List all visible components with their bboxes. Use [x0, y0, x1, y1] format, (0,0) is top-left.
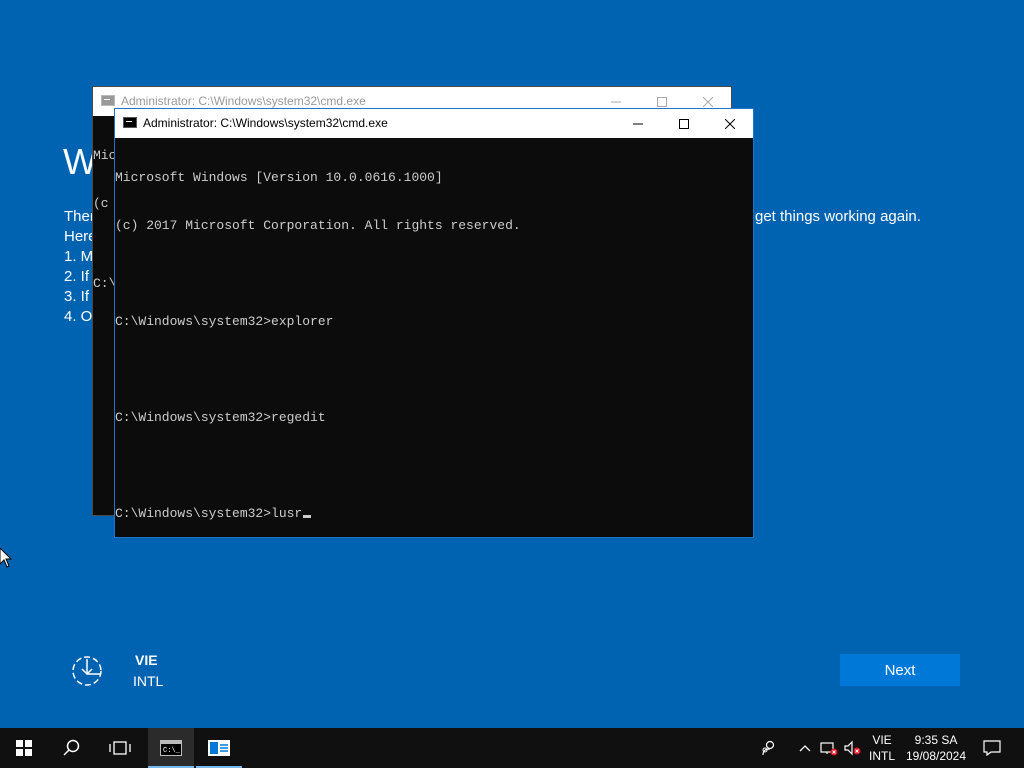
keyboard-layout-indicator[interactable]: INTL — [133, 673, 163, 689]
notification-icon — [983, 740, 1001, 756]
tray-lang-top: VIE — [872, 733, 892, 747]
task-view-icon — [109, 741, 131, 755]
search-icon — [63, 739, 80, 756]
people-button[interactable] — [756, 728, 782, 768]
minimize-icon — [633, 123, 643, 124]
taskbar-app-button[interactable] — [196, 728, 242, 768]
taskbar-cmd-button[interactable]: C:\_ — [148, 728, 194, 768]
tray-lang-bottom: INTL — [868, 749, 895, 763]
minimize-button[interactable] — [615, 109, 661, 138]
minimize-icon — [611, 101, 621, 102]
title-bar[interactable]: Administrator: C:\Windows\system32\cmd.e… — [115, 109, 753, 138]
close-icon — [703, 96, 713, 107]
console-line: Microsoft Windows [Version 10.0.0616.100… — [115, 170, 443, 185]
language-indicator[interactable]: VIE — [135, 652, 158, 668]
window-title: Administrator: C:\Windows\system32\cmd.e… — [143, 116, 388, 130]
close-button[interactable] — [707, 109, 753, 138]
console-line: (c) 2017 Microsoft Corporation. All righ… — [115, 218, 521, 233]
console-input-line[interactable]: C:\Windows\system32>lusr — [115, 506, 753, 522]
cmd-icon: C:\_ — [160, 740, 182, 756]
network-button[interactable] — [818, 728, 840, 768]
network-disconnected-icon — [820, 742, 838, 756]
next-button[interactable]: Next — [840, 654, 960, 686]
windows-logo-icon — [16, 740, 32, 756]
search-button[interactable] — [48, 728, 96, 768]
people-icon — [762, 740, 775, 756]
clock-date: 19/08/2024 — [905, 749, 967, 763]
oobe-right-text: get things working again. — [755, 208, 921, 225]
maximize-icon — [657, 96, 667, 107]
action-center-button[interactable] — [978, 728, 1006, 768]
console-output[interactable]: Microsoft Windows [Version 10.0.0616.100… — [115, 138, 753, 537]
input-language-indicator[interactable]: VIE INTL — [866, 732, 898, 764]
chevron-up-icon — [799, 745, 811, 752]
cmd-icon — [123, 117, 137, 128]
text-cursor — [303, 515, 312, 518]
clock[interactable]: 9:35 SA 19/08/2024 — [902, 732, 970, 764]
mouse-pointer-icon — [0, 547, 13, 573]
window-title: Administrator: C:\Windows\system32\cmd.e… — [121, 94, 366, 108]
maximize-icon — [679, 118, 689, 129]
show-hidden-icons-button[interactable] — [794, 728, 816, 768]
task-view-button[interactable] — [96, 728, 144, 768]
svg-text:C:\_: C:\_ — [163, 747, 181, 755]
close-icon — [725, 118, 735, 129]
start-button[interactable] — [0, 728, 48, 768]
command-input[interactable]: C:\Windows\system32>lusr — [115, 506, 302, 521]
volume-button[interactable] — [842, 728, 864, 768]
console-line: C:\Windows\system32>explorer — [115, 314, 334, 329]
volume-muted-icon — [844, 740, 861, 756]
app-window-icon — [208, 740, 230, 756]
clock-time: 9:35 SA — [914, 733, 958, 747]
ease-of-access-icon[interactable] — [70, 654, 104, 688]
cmd-icon — [101, 95, 115, 106]
console-line: C:\Windows\system32>regedit — [115, 410, 326, 425]
cmd-window-active[interactable]: Administrator: C:\Windows\system32\cmd.e… — [114, 108, 754, 538]
maximize-button[interactable] — [661, 109, 707, 138]
taskbar: C:\_ VIE INTL 9:35 SA 19/08/2024 — [0, 728, 1024, 768]
